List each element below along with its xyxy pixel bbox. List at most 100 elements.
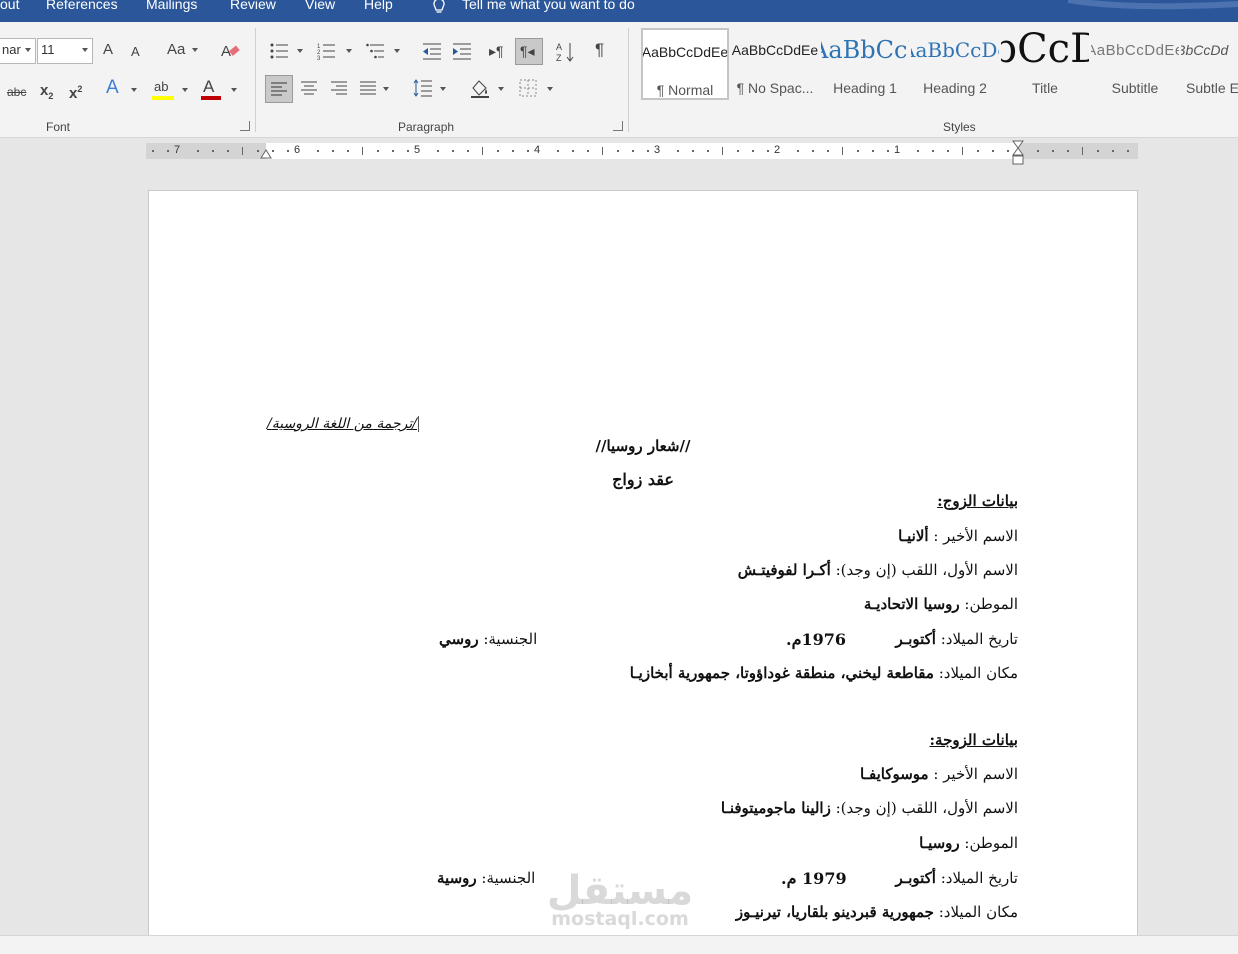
left-indent-marker[interactable] [260, 147, 272, 159]
text-effects-icon[interactable]: A [106, 78, 119, 97]
borders-icon[interactable] [519, 79, 537, 97]
menu-view[interactable]: View [305, 0, 335, 12]
font-name-combobox[interactable]: nar [0, 38, 36, 64]
ruler-number: 3 [654, 144, 661, 156]
style-normal[interactable]: AaBbCcDdEe ¶ Normal [641, 28, 729, 100]
paragraph-group-label: Paragraph [398, 120, 455, 134]
ruler-dot [572, 150, 574, 152]
ruler-dot [512, 150, 514, 152]
document-page[interactable]: /ترجمة من اللغة الروسية/ //شعار روسيا// … [148, 190, 1138, 953]
line-spacing-icon[interactable] [413, 78, 433, 98]
horizontal-ruler[interactable]: 7 6 5 4 3 2 1 [146, 140, 1138, 165]
ruler-dot [947, 150, 949, 152]
justify-icon[interactable] [360, 81, 376, 95]
ruler-tick [602, 147, 603, 155]
decrease-indent-icon[interactable] [422, 42, 442, 60]
increase-indent-icon[interactable] [452, 42, 472, 60]
ribbon: nar 11 A A Aa A abc x2 x2 A ab A Font 1 … [0, 22, 1238, 138]
strikethrough-icon[interactable]: abc [7, 83, 26, 101]
chevron-down-icon [383, 87, 389, 91]
menu-help[interactable]: Help [364, 0, 393, 12]
clear-formatting-icon[interactable]: A [220, 40, 242, 62]
menu-mailings[interactable]: Mailings [146, 0, 197, 12]
menu-layout[interactable]: out [0, 0, 19, 12]
ruler-number: 2 [774, 144, 781, 156]
field-label: الاسم الأخير : [928, 765, 1018, 783]
font-color-swatch [201, 96, 221, 100]
field-label: مكان الميلاد: [933, 903, 1018, 921]
style-heading-2[interactable]: AaBbCcDdEe Heading 2 [911, 28, 999, 100]
multilevel-list-icon[interactable] [366, 42, 386, 60]
ruler-dot [1067, 150, 1069, 152]
style-no-spacing[interactable]: AaBbCcDdEe ¶ No Spac... [731, 28, 819, 100]
align-right-icon[interactable] [331, 81, 347, 95]
font-dialog-launcher-icon[interactable] [240, 121, 250, 131]
wife-last-name: موسوكايفـا [860, 765, 929, 783]
ruler-dot [557, 150, 559, 152]
style-name: Heading 2 [923, 80, 987, 96]
style-heading-1[interactable]: AaBbCcDdEe Heading 1 [821, 28, 909, 100]
superscript-icon[interactable]: x2 [69, 80, 82, 103]
menu-review[interactable]: Review [230, 0, 276, 12]
ruler-tick [1082, 147, 1083, 155]
wife-homeland: روسيـا [919, 834, 960, 852]
ruler-dot [497, 150, 499, 152]
paragraph-dialog-launcher-icon[interactable] [613, 121, 623, 131]
ruler-dot [1037, 150, 1039, 152]
ltr-direction-icon[interactable]: ▸¶ [489, 42, 504, 60]
ruler-dot [317, 150, 319, 152]
style-subtle-emphasis[interactable]: AaBbCcDd Subtle Emphasis [1181, 28, 1238, 100]
wife-heading: بيانات الزوجة: [929, 731, 1018, 749]
ruler-dot [617, 150, 619, 152]
ruler-dot [887, 150, 889, 152]
highlight-icon[interactable]: ab [154, 78, 168, 96]
ruler-dot [377, 150, 379, 152]
align-left-button[interactable] [265, 75, 293, 103]
font-size-combobox[interactable]: 11 [37, 38, 93, 64]
chevron-down-icon [498, 87, 504, 91]
numbering-icon[interactable]: 1 2 3 [317, 42, 337, 60]
chevron-down-icon [182, 88, 188, 92]
husband-birth-place-line: مكان الميلاد: مقاطعة ليخني، منطقة غوداؤو… [630, 664, 1018, 682]
husband-heading: بيانات الزوج: [937, 492, 1018, 510]
ruler-dot [527, 150, 529, 152]
style-name: Heading 1 [833, 80, 897, 96]
ruler-number: 5 [414, 144, 421, 156]
tell-me-search[interactable]: Tell me what you want to do [462, 0, 635, 12]
align-center-icon[interactable] [301, 81, 317, 95]
chevron-down-icon [547, 87, 553, 91]
font-color-icon[interactable]: A [203, 78, 214, 96]
styles-group-label: Styles [943, 120, 976, 134]
style-subtitle[interactable]: AaBbCcDdEe Subtitle [1091, 28, 1179, 100]
shrink-font-icon[interactable]: A [131, 43, 140, 61]
right-indent-marker[interactable] [1012, 140, 1024, 166]
style-preview: AaBbCcDdEe [821, 36, 909, 64]
bullets-icon[interactable] [270, 42, 290, 60]
subscript-icon[interactable]: x2 [40, 82, 53, 105]
grow-font-icon[interactable]: A [103, 41, 113, 59]
translation-note: /ترجمة من اللغة الروسية/ [267, 416, 419, 432]
field-label: الاسم الأخير : [928, 527, 1018, 545]
wife-birth-place: جمهورية قبردينو بلقاريا، تيرنيـوز [735, 903, 934, 921]
svg-text:3: 3 [317, 56, 321, 60]
ruler-dot [167, 150, 169, 152]
wife-nationality: روسية [437, 869, 477, 887]
ruler-dot [407, 150, 409, 152]
ruler-tick [722, 147, 723, 155]
shading-icon[interactable] [469, 78, 491, 98]
ruler-number: 1 [894, 144, 901, 156]
show-formatting-icon[interactable]: ¶ [595, 41, 604, 59]
sort-icon[interactable]: A Z [556, 41, 576, 63]
mostaql-watermark: مستقل mostaql.com [540, 862, 700, 934]
change-case-icon[interactable]: Aa [167, 41, 185, 59]
ruler-dot [212, 150, 214, 152]
ruler-tick [962, 147, 963, 155]
styles-gallery: AaBbCcDdEe ¶ Normal AaBbCcDdEe ¶ No Spac… [638, 28, 1238, 106]
ruler-dot [257, 150, 259, 152]
style-title[interactable]: AaBbCcDdEe Title [1001, 28, 1089, 100]
document-title: عقد زواج [612, 470, 674, 489]
style-name: Subtle Emphasis [1186, 80, 1238, 96]
ruler-tick [242, 147, 243, 155]
rtl-direction-button[interactable]: ¶◂ [515, 38, 543, 65]
menu-references[interactable]: References [46, 0, 118, 12]
